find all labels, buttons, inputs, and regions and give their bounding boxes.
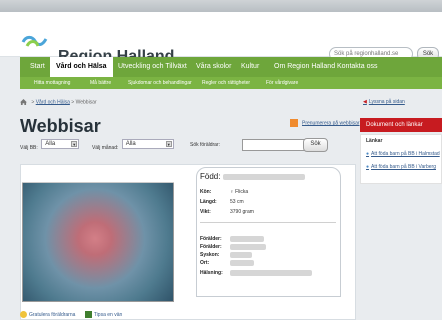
smile-icon — [20, 311, 27, 318]
nav-item-kontakta-oss[interactable]: Kontakta oss — [331, 57, 383, 77]
photo-strip — [22, 170, 174, 183]
bb-select[interactable]: Alla ▼ — [41, 139, 80, 149]
month-select[interactable]: Alla ▼ — [121, 139, 174, 149]
filter-bar: Välj BB: Alla ▼ Välj månad: Alla ▼ Sök f… — [20, 138, 334, 153]
kon-label: Kön: — [200, 189, 212, 195]
ort-label: Ort: — [200, 260, 210, 266]
halsning-label: Hälsning: — [200, 270, 223, 276]
home-icon[interactable] — [20, 99, 27, 105]
breadcrumb-vard-och-halsa[interactable]: Vård och Hälsa — [36, 99, 70, 105]
subnav-item-sjukdomar[interactable]: Sjukdomar och behandlingar — [128, 77, 192, 89]
vikt-value: 3790 gram — [230, 209, 254, 215]
foralder-label-1: Förälder: — [200, 236, 222, 242]
breadcrumb: > Vård och Hälsa > Webbisar — [20, 99, 97, 105]
nav-item-kultur[interactable]: Kultur — [235, 57, 265, 77]
tip-friend-link[interactable]: Tipsa en vän — [94, 312, 122, 318]
nav-item-vara-skolor[interactable]: Våra skolor — [190, 57, 237, 77]
main-nav: Start Vård och Hälsa Utveckling och Till… — [20, 57, 442, 77]
top-bar — [0, 0, 442, 12]
page: Region Halland Sök på regionhalland.se S… — [0, 0, 442, 320]
congratulate-link[interactable]: Gratulera föräldrarna — [29, 312, 75, 318]
syskon-value — [230, 252, 252, 258]
breadcrumb-current: Webbisar — [75, 99, 97, 106]
baby-photo[interactable] — [22, 170, 174, 302]
birth-date-blurred — [222, 173, 305, 180]
header: Region Halland Sök på regionhalland.se S… — [0, 12, 442, 65]
langd-label: Längd: — [200, 199, 217, 205]
nav-item-vard-och-halsa[interactable]: Vård och Hälsa — [50, 57, 113, 77]
nav-item-utveckling[interactable]: Utveckling och Tillväxt — [112, 57, 193, 77]
subnav-item-ma-battre[interactable]: Må bättre — [90, 77, 111, 89]
birth-label: Född: — [200, 172, 221, 181]
foralder-value-1 — [230, 236, 264, 242]
sub-nav: Hitta mottagning Må bättre Sjukdomar och… — [20, 77, 442, 89]
halsning-value — [230, 270, 312, 276]
detail-divider — [200, 222, 336, 223]
breadcrumb-separator: > — [31, 99, 35, 106]
parents-search-button[interactable]: Sök — [303, 138, 328, 152]
month-label: Välj månad: — [91, 145, 119, 151]
rss-icon — [290, 119, 298, 127]
chevron-down-icon: ▼ — [71, 141, 78, 147]
breadcrumb-separator: > — [71, 99, 75, 106]
birth-info: Född: — [200, 172, 305, 181]
syskon-label: Syskon: — [200, 252, 220, 258]
langd-value: 53 cm — [230, 199, 244, 205]
bb-label: Välj BB: — [20, 145, 38, 151]
chevron-down-icon: ▼ — [165, 141, 172, 147]
sidebar-links-label: Länkar — [366, 138, 383, 144]
parents-label: Sök föräldrar: — [190, 142, 221, 148]
subnav-item-hitta-mottagning[interactable]: Hitta mottagning — [34, 77, 70, 89]
vikt-label: Vikt: — [200, 209, 211, 215]
subscribe-link[interactable]: Prenumerera på webbisar — [290, 119, 360, 127]
foralder-label-2: Förälder: — [200, 244, 222, 250]
page-title: Webbisar — [20, 116, 101, 136]
baby-details-panel — [196, 167, 341, 297]
foralder-value-2 — [230, 244, 266, 250]
tip-icon — [84, 311, 92, 318]
subnav-item-for-vardgivare[interactable]: För vårdgivare — [266, 77, 298, 89]
subnav-item-regler[interactable]: Regler och rättigheter — [202, 77, 250, 89]
region-halland-logo-icon — [21, 35, 48, 47]
kon-value: ♀ Flicka — [230, 189, 249, 195]
sidebar-link-halmstad[interactable]: Att föda barn på BB i Halmstad — [366, 151, 440, 157]
baby-actions: Gratulera föräldrarna Tipsa en vän — [20, 311, 122, 318]
ort-value — [230, 260, 254, 266]
nav-item-start[interactable]: Start — [24, 57, 51, 77]
sidebar-link-varberg[interactable]: Att föda barn på BB i Varberg — [366, 164, 436, 170]
sidebar-header: Dokument och länkar — [360, 118, 442, 132]
read-aloud-link[interactable]: Lyssna på sidan — [363, 99, 405, 105]
